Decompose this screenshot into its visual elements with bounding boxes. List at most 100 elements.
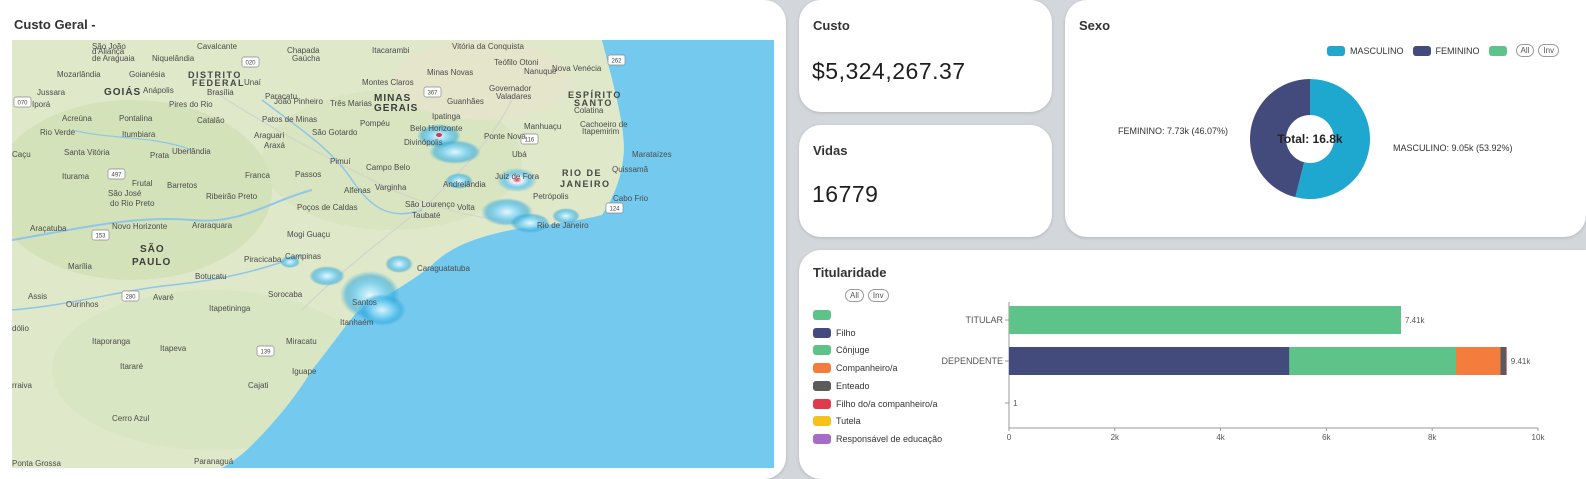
bar-segment[interactable] bbox=[1500, 347, 1507, 375]
titularidade-card: Titularidade All Inv Filho Cônjuge Companh… bbox=[799, 250, 1586, 479]
map-place-label: Novo Horizonte bbox=[112, 222, 168, 231]
map-place-label: Ribeirão Preto bbox=[206, 192, 258, 201]
bar-segment[interactable] bbox=[1009, 347, 1290, 375]
svg-text:139: 139 bbox=[260, 350, 271, 356]
custo-title: Custo bbox=[813, 18, 850, 33]
category-label: DEPENDENTE bbox=[941, 356, 1003, 366]
map-place-label: Marília bbox=[68, 262, 93, 271]
road-shield: 020 bbox=[241, 56, 260, 68]
map-place-label: Assis bbox=[28, 292, 48, 301]
map-place-label: Cerro Azul bbox=[112, 414, 150, 423]
map-place-label: Ourinhos bbox=[66, 300, 99, 309]
map-place-label: Itumbiara bbox=[122, 130, 156, 139]
road-shield: 070 bbox=[13, 96, 32, 108]
bar-total-label: 1 bbox=[1013, 399, 1018, 408]
map-place-label: rraiva bbox=[12, 381, 33, 390]
map-place-label: FEDERAL bbox=[192, 78, 245, 88]
map-place-label: Araguari bbox=[254, 131, 285, 140]
map-card-title: Custo Geral - bbox=[14, 17, 96, 32]
map-place-label: Pires do Rio bbox=[169, 100, 213, 109]
map-place-label: Ponte Nova bbox=[484, 132, 526, 141]
x-tick-label: 10k bbox=[1532, 433, 1546, 442]
map-place-label: Anápolis bbox=[143, 86, 174, 95]
map-place-label: Poços de Caldas bbox=[297, 203, 358, 212]
map-place-label: Manhuaçu bbox=[524, 122, 562, 131]
map-place-label: São Gotardo bbox=[312, 128, 358, 137]
bar-segment[interactable] bbox=[1009, 306, 1401, 334]
map-place-label: Caçu bbox=[12, 150, 31, 159]
category-label: TITULAR bbox=[965, 315, 1003, 325]
bar-segment[interactable] bbox=[1506, 347, 1507, 375]
map-place-label: São José bbox=[108, 189, 142, 198]
map-place-label: Juiz de Fora bbox=[495, 172, 540, 181]
map-place-label: João Pinheiro bbox=[274, 97, 323, 106]
map-place-label: Valadares bbox=[496, 92, 532, 101]
road-shield: 280 bbox=[121, 290, 140, 302]
map-place-label: GERAIS bbox=[374, 103, 419, 114]
map-place-label: Cavalcante bbox=[197, 42, 238, 51]
map-place-label: Rio de Janeiro bbox=[537, 221, 589, 230]
map-place-label: Barretos bbox=[167, 181, 198, 190]
map-place-label: Belo Horizonte bbox=[410, 124, 463, 133]
map-place-label: SÃO bbox=[140, 244, 165, 255]
map-place-label: Andrelândia bbox=[443, 180, 486, 189]
map-place-label: Varginha bbox=[375, 183, 407, 192]
map-place-label: Ubá bbox=[512, 150, 527, 159]
sexo-card: Sexo MASCULINO FEMININO All Inv Total: 1… bbox=[1065, 0, 1586, 237]
bar-segment[interactable] bbox=[1456, 347, 1501, 375]
map-place-label: Nova Venécia bbox=[552, 64, 602, 73]
map-place-label: Miracatu bbox=[286, 337, 317, 346]
map-place-label: Alfenas bbox=[344, 186, 371, 195]
x-tick-label: 0 bbox=[1007, 433, 1012, 442]
heatmap-map[interactable]: 070 020 497 153 280 139 367 262 116 124 Vitória d… bbox=[12, 40, 774, 468]
donut-label-feminino: FEMININO: 7.73k (46.07%) bbox=[1118, 126, 1228, 136]
bar-total-label: 7.41k bbox=[1405, 316, 1426, 325]
map-place-label: Cabo Frio bbox=[613, 194, 649, 203]
map-place-label: Botucatu bbox=[195, 272, 227, 281]
road-shield: 139 bbox=[256, 345, 275, 357]
map-place-label: Cajati bbox=[248, 381, 269, 390]
map-place-label: dólio bbox=[12, 324, 29, 333]
sexo-donut-chart: Total: 16.8k FEMININO: 7.73k (46.07%) MA… bbox=[1118, 79, 1513, 199]
map-card: Custo Geral - 070 020 497 153 280 139 36… bbox=[0, 0, 786, 479]
map-place-label: Itacarambi bbox=[372, 46, 410, 55]
map-place-label: Frutal bbox=[132, 179, 153, 188]
map-place-label: Montes Claros bbox=[362, 78, 414, 87]
map-place-label: Marataízes bbox=[632, 150, 672, 159]
map-place-label: Unaí bbox=[244, 78, 261, 87]
map-place-label: Itararé bbox=[120, 362, 144, 371]
svg-text:262: 262 bbox=[611, 59, 622, 65]
map-place-label: Avaré bbox=[153, 293, 174, 302]
map-place-label: Gaúcha bbox=[292, 54, 321, 63]
map-place-label: Brasília bbox=[207, 88, 234, 97]
map-place-label: Rio Verde bbox=[40, 128, 76, 137]
map-place-label: Caraguatatuba bbox=[417, 264, 470, 273]
svg-text:070: 070 bbox=[17, 101, 28, 107]
map-place-label: Sorocaba bbox=[268, 290, 303, 299]
road-shield: 124 bbox=[605, 202, 624, 214]
x-tick-label: 6k bbox=[1322, 433, 1331, 442]
map-place-label: Teófilo Otoni bbox=[494, 58, 539, 67]
bar-segment[interactable] bbox=[1289, 347, 1457, 375]
map-place-label: Divinópolis bbox=[404, 138, 443, 147]
svg-text:153: 153 bbox=[95, 234, 106, 240]
map-place-label: Campinas bbox=[285, 252, 322, 261]
map-place-label: Prata bbox=[150, 151, 170, 160]
road-shield: 367 bbox=[423, 86, 442, 98]
map-place-label: Santos bbox=[352, 298, 377, 307]
map-place-label: Pimuí bbox=[330, 157, 351, 166]
map-place-label: Colatina bbox=[574, 106, 604, 115]
map-place-label: Pompéu bbox=[360, 119, 390, 128]
map-place-label: Campo Belo bbox=[366, 163, 411, 172]
x-tick-label: 4k bbox=[1216, 433, 1225, 442]
custo-value: $5,324,267.37 bbox=[812, 58, 966, 84]
map-place-label: São Lourenço bbox=[405, 200, 455, 209]
vidas-card: Vidas 16779 bbox=[799, 125, 1052, 237]
map-place-label: Ipatinga bbox=[432, 112, 461, 121]
svg-text:124: 124 bbox=[609, 207, 620, 213]
map-place-label: JANEIRO bbox=[560, 179, 611, 189]
map-place-label: Goianésia bbox=[129, 70, 166, 79]
donut-label-masculino: MASCULINO: 9.05k (53.92%) bbox=[1393, 143, 1513, 153]
map-place-label: Niquelândia bbox=[152, 54, 195, 63]
titularidade-bar-chart: 0 2k 4k 6k 8k 10k TITULAR 7.41k DEPENDENTE 9.41k 1 bbox=[941, 302, 1546, 442]
